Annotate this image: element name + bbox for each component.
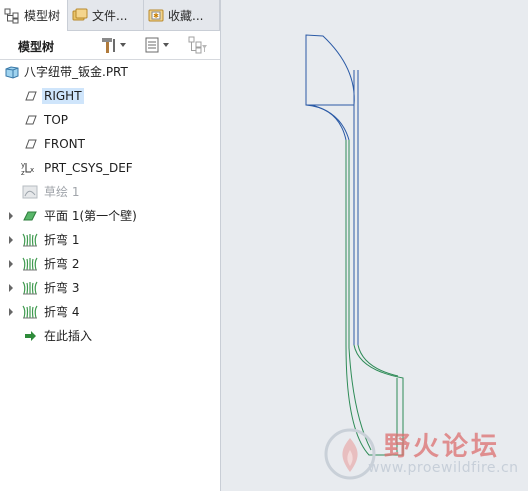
watermark-title: 野火论坛 — [384, 432, 501, 462]
expand-arrow-icon[interactable] — [7, 284, 15, 292]
tree-item-label: 折弯 4 — [44, 305, 80, 319]
tree-item-label: RIGHT — [42, 88, 84, 104]
tree-item-sketch[interactable]: 草绘 1 — [0, 181, 220, 203]
tab-folder-browser[interactable]: 文件... — [68, 0, 144, 30]
expand-arrow-icon[interactable] — [7, 212, 15, 220]
tree-item-label: FRONT — [44, 137, 85, 151]
model-tree-icon — [4, 8, 19, 23]
part-icon — [5, 66, 19, 79]
flat-wall-icon — [23, 211, 37, 221]
chevron-down-icon — [120, 43, 126, 47]
svg-text:y: y — [21, 161, 25, 169]
tree-item-label: 草绘 1 — [44, 185, 80, 199]
csys-icon: y z x — [21, 161, 34, 176]
bend-icon — [22, 257, 38, 271]
forum-logo-icon — [324, 428, 376, 480]
expand-arrow-icon[interactable] — [7, 236, 15, 244]
svg-text:✱: ✱ — [153, 12, 159, 20]
bend-icon — [22, 305, 38, 319]
datum-plane-icon — [25, 139, 37, 149]
tab-favorites-label: 收藏... — [168, 8, 204, 23]
tree-item-label: 在此插入 — [44, 329, 93, 343]
folder-browser-icon — [72, 8, 88, 21]
tree-item-right[interactable]: RIGHT — [0, 85, 220, 107]
tab-favorites[interactable]: ✱ 收藏... — [144, 0, 220, 30]
datum-plane-icon — [25, 115, 37, 125]
tree-item-label: 折弯 1 — [44, 233, 80, 247]
chevron-down-icon — [163, 43, 169, 47]
watermark-url: www.proewildfire.cn — [368, 460, 519, 476]
tab-folder-browser-label: 文件... — [92, 8, 128, 23]
tree-item-bend-4[interactable]: 折弯 4 — [0, 301, 220, 323]
tree-item-label: PRT_CSYS_DEF — [44, 161, 133, 175]
tree-item-flat-wall[interactable]: 平面 1(第一个壁) — [0, 205, 220, 227]
favorites-icon: ✱ — [148, 9, 164, 22]
sheet-metal-model — [305, 34, 404, 456]
tree-root[interactable]: 八字纽带_钣金.PRT — [0, 61, 220, 83]
svg-text:x: x — [30, 166, 34, 174]
tree-item-insert-here[interactable]: 在此插入 — [0, 325, 220, 347]
expand-arrow-icon[interactable] — [7, 308, 15, 316]
show-list-icon — [145, 37, 159, 53]
insert-here-arrow-icon — [25, 331, 36, 341]
settings-button[interactable] — [100, 35, 128, 55]
show-button[interactable] — [143, 35, 171, 55]
tree-item-front[interactable]: FRONT — [0, 133, 220, 155]
navigator-tabs: 模型树 文件... ✱ 收藏... — [0, 0, 220, 31]
tree-item-bend-2[interactable]: 折弯 2 — [0, 253, 220, 275]
tree-item-csys[interactable]: y z x PRT_CSYS_DEF — [0, 157, 220, 179]
model-tree-panel: 模型树 文件... ✱ 收藏... 模型树 八字纽带_钣金.PRT RIGHT … — [0, 0, 221, 491]
tab-model-tree-label: 模型树 — [24, 9, 61, 23]
forum-watermark: 野火论坛 www.proewildfire.cn — [318, 424, 528, 491]
svg-text:z: z — [21, 169, 25, 176]
model-tree-toolbar: 模型树 — [0, 31, 220, 60]
tree-root-label: 八字纽带_钣金.PRT — [24, 65, 128, 79]
tree-item-label: 折弯 3 — [44, 281, 80, 295]
bend-icon — [22, 233, 38, 247]
tree-item-bend-1[interactable]: 折弯 1 — [0, 229, 220, 251]
datum-plane-icon — [25, 91, 37, 101]
tree-item-label: TOP — [44, 113, 69, 127]
tree-item-label: 折弯 2 — [44, 257, 80, 271]
tab-model-tree[interactable]: 模型树 — [0, 0, 68, 31]
sketch-icon — [22, 185, 38, 199]
expand-arrow-icon[interactable] — [7, 260, 15, 268]
bend-icon — [22, 281, 38, 295]
panel-title: 模型树 — [18, 40, 55, 54]
tree-item-bend-3[interactable]: 折弯 3 — [0, 277, 220, 299]
tree-filter-icon — [188, 36, 207, 54]
hammer-settings-icon — [102, 38, 115, 53]
filter-button[interactable] — [188, 35, 208, 55]
graphics-window[interactable] — [221, 0, 528, 491]
tree-item-label: 平面 1(第一个壁) — [44, 209, 137, 223]
tree-item-top[interactable]: TOP — [0, 109, 220, 131]
